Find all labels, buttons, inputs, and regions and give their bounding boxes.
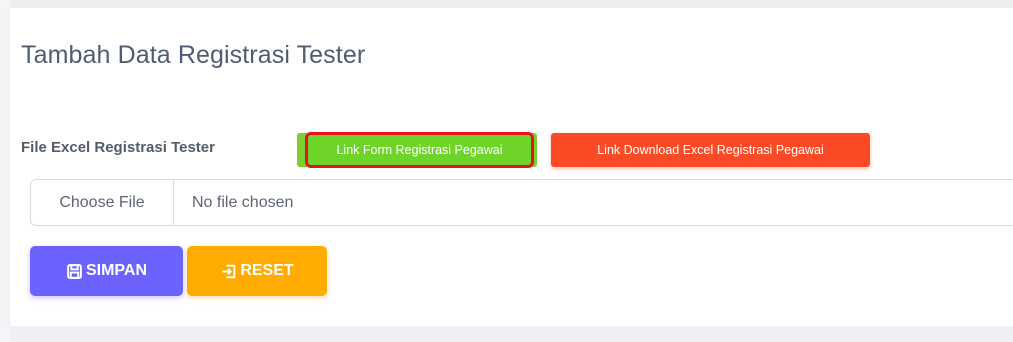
- file-input[interactable]: Choose File No file chosen: [30, 179, 1013, 226]
- reset-button[interactable]: RESET: [187, 246, 327, 296]
- top-divider: [10, 0, 1013, 8]
- page-title: Tambah Data Registrasi Tester: [21, 41, 366, 69]
- sign-in-arrow-icon: [220, 263, 237, 280]
- file-status-text: No file chosen: [192, 193, 294, 211]
- reset-button-label: RESET: [240, 262, 294, 279]
- file-excel-label: File Excel Registrasi Tester: [21, 139, 215, 156]
- save-button-label: SIMPAN: [85, 262, 148, 279]
- bottom-divider: [10, 326, 1013, 342]
- link-form-button-wrapper: Link Form Registrasi Pegawai: [297, 131, 537, 169]
- save-button[interactable]: SIMPAN: [30, 246, 183, 296]
- choose-file-button[interactable]: Choose File: [31, 180, 174, 225]
- link-download-excel-button[interactable]: Link Download Excel Registrasi Pegawai: [551, 133, 870, 167]
- floppy-disk-icon: [66, 263, 83, 280]
- link-form-registrasi-button[interactable]: Link Form Registrasi Pegawai: [305, 132, 534, 168]
